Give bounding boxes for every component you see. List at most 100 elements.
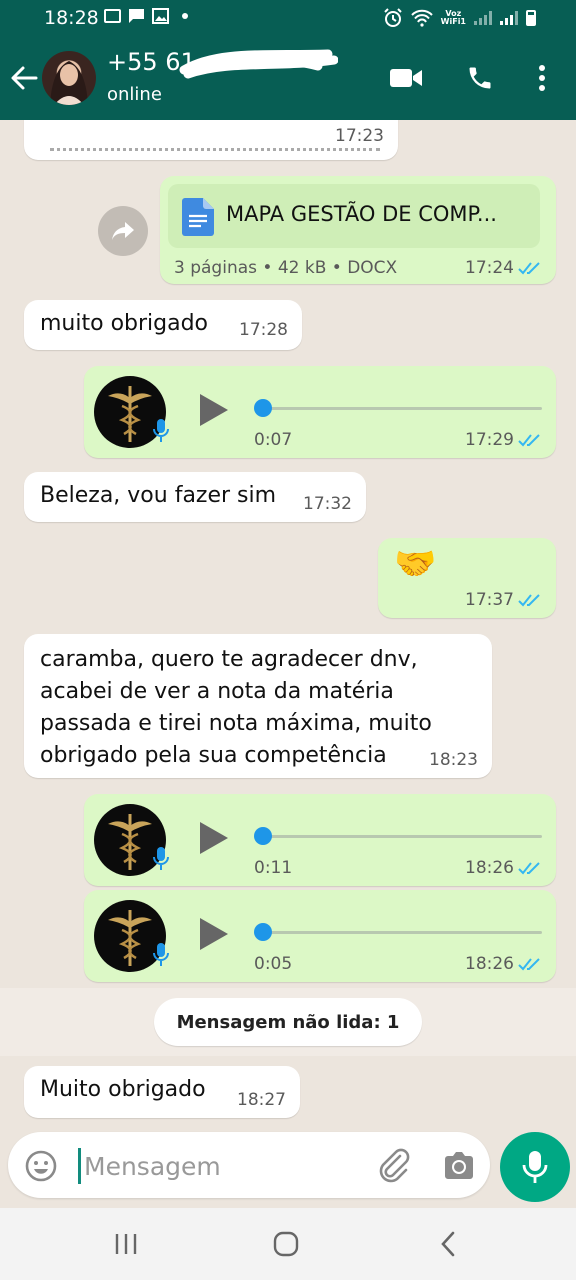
phone-icon — [469, 67, 491, 89]
avatar-photo — [50, 61, 88, 105]
home-icon — [273, 1231, 299, 1257]
mic-badge-icon — [153, 847, 169, 870]
message-time: 17:24 — [465, 258, 514, 278]
status-time: 18:28 — [44, 7, 99, 29]
video-call-button[interactable] — [388, 60, 424, 96]
message-time: 17:37 — [465, 590, 514, 610]
document-preview[interactable]: MAPA GESTÃO DE COMP... — [168, 184, 540, 248]
audio-progress-knob[interactable] — [254, 923, 272, 941]
home-button[interactable] — [270, 1228, 302, 1260]
message-meta: 17:24 — [465, 258, 542, 278]
video-camera-icon — [390, 69, 422, 87]
read-ticks-icon — [518, 262, 540, 275]
message-time: 18:23 — [429, 750, 478, 770]
play-icon[interactable] — [198, 916, 230, 952]
read-ticks-icon — [518, 862, 540, 875]
document-name: MAPA GESTÃO DE COMP... — [226, 202, 497, 226]
play-icon[interactable] — [198, 392, 230, 428]
message-text-line: obrigado pela sua competência — [40, 743, 387, 768]
message-time: 17:28 — [239, 320, 288, 340]
emoji-icon[interactable] — [24, 1149, 58, 1183]
recent-apps-button[interactable] — [110, 1228, 142, 1260]
message-incoming[interactable]: caramba, quero te agradecer dnv, acabei … — [24, 634, 492, 778]
read-ticks-icon — [518, 958, 540, 971]
system-navigation-bar — [0, 1208, 576, 1280]
message-text: Muito obrigado — [40, 1077, 206, 1102]
message-text: Beleza, vou fazer sim — [40, 483, 277, 508]
message-outgoing[interactable]: 🤝 17:37 — [378, 538, 556, 618]
contact-avatar[interactable] — [42, 51, 96, 105]
document-info: 3 páginas • 42 kB • DOCX — [174, 258, 398, 278]
message-text-line: caramba, quero te agradecer dnv, — [40, 647, 418, 672]
audio-progress-knob[interactable] — [254, 399, 272, 417]
message-incoming[interactable]: Beleza, vou fazer sim 17:32 — [24, 472, 366, 522]
message-meta: 18:26 — [465, 954, 542, 974]
message-input[interactable] — [82, 1142, 366, 1190]
audio-duration: 0:07 — [254, 430, 293, 450]
message-incoming[interactable]: muito obrigado 17:28 — [24, 300, 302, 350]
back-button[interactable] — [432, 1228, 464, 1260]
handshake-emoji: 🤝 — [394, 544, 437, 584]
message-meta: 18:26 — [465, 858, 542, 878]
message-partial[interactable]: 17:23 — [24, 120, 398, 160]
document-icon — [182, 198, 214, 236]
message-time: 17:32 — [303, 494, 352, 514]
back-arrow-icon[interactable] — [8, 58, 40, 98]
mic-badge-icon — [153, 943, 169, 966]
more-options-button[interactable] — [524, 60, 560, 96]
message-text: muito obrigado — [40, 311, 209, 336]
audio-duration: 0:05 — [254, 954, 293, 974]
message-meta: 17:29 — [465, 430, 542, 450]
status-notification-icons — [104, 8, 188, 24]
message-time: 18:27 — [237, 1090, 286, 1110]
more-vert-icon — [539, 65, 545, 91]
read-ticks-icon — [518, 434, 540, 447]
message-icon — [129, 9, 144, 23]
alarm-icon — [383, 8, 402, 27]
partial-text-line — [50, 148, 380, 154]
message-time: 18:26 — [465, 954, 514, 974]
contact-status: online — [107, 84, 162, 105]
message-text-line: passada e tirei nota máxima, muito — [40, 711, 432, 736]
message-composer — [8, 1132, 490, 1198]
camera-icon[interactable] — [442, 1150, 476, 1182]
voice-record-button[interactable] — [500, 1132, 570, 1202]
voice-message[interactable]: 0:07 17:29 — [84, 366, 556, 458]
more-notifications-dot — [182, 13, 188, 19]
audio-progress-track[interactable] — [256, 931, 542, 934]
redaction-scribble — [179, 49, 338, 79]
voice-call-button[interactable] — [462, 60, 498, 96]
play-icon[interactable] — [198, 820, 230, 856]
signal-icon — [474, 11, 492, 25]
microphone-icon — [522, 1151, 548, 1183]
message-meta: 17:37 — [465, 590, 542, 610]
sim-icon — [104, 9, 121, 23]
status-system-icons: Voz WiFi1 — [383, 8, 536, 28]
audio-progress-track[interactable] — [256, 407, 542, 410]
message-time: 17:23 — [335, 126, 384, 146]
unread-messages-label: Mensagem não lida: 1 — [154, 998, 422, 1046]
image-icon — [152, 8, 169, 24]
message-time: 17:29 — [465, 430, 514, 450]
network-label: Voz WiFi1 — [440, 9, 466, 26]
mic-badge-icon — [153, 419, 169, 442]
wifi-icon — [410, 9, 433, 27]
status-bar: 18:28 Voz WiFi1 — [0, 0, 576, 36]
audio-progress-knob[interactable] — [254, 827, 272, 845]
message-time: 18:26 — [465, 858, 514, 878]
voice-message[interactable]: 0:05 18:26 — [84, 890, 556, 982]
forward-arrow-icon — [112, 222, 134, 240]
paperclip-icon[interactable] — [376, 1148, 412, 1184]
battery-icon — [526, 10, 536, 26]
audio-progress-track[interactable] — [256, 835, 542, 838]
chat-area[interactable]: 17:23 MAPA GESTÃO DE COMP... 3 páginas •… — [0, 120, 576, 1132]
message-text-line: acabei de ver a nota da matéria — [40, 679, 394, 704]
signal-icon-2 — [500, 11, 518, 25]
recent-apps-icon — [115, 1234, 137, 1254]
message-incoming[interactable]: Muito obrigado 18:27 — [24, 1066, 300, 1118]
document-message[interactable]: MAPA GESTÃO DE COMP... 3 páginas • 42 kB… — [160, 176, 556, 284]
chat-header: +55 61 online — [0, 36, 576, 120]
forward-button[interactable] — [98, 206, 148, 256]
voice-message[interactable]: 0:11 18:26 — [84, 794, 556, 886]
back-chevron-icon — [441, 1231, 455, 1257]
